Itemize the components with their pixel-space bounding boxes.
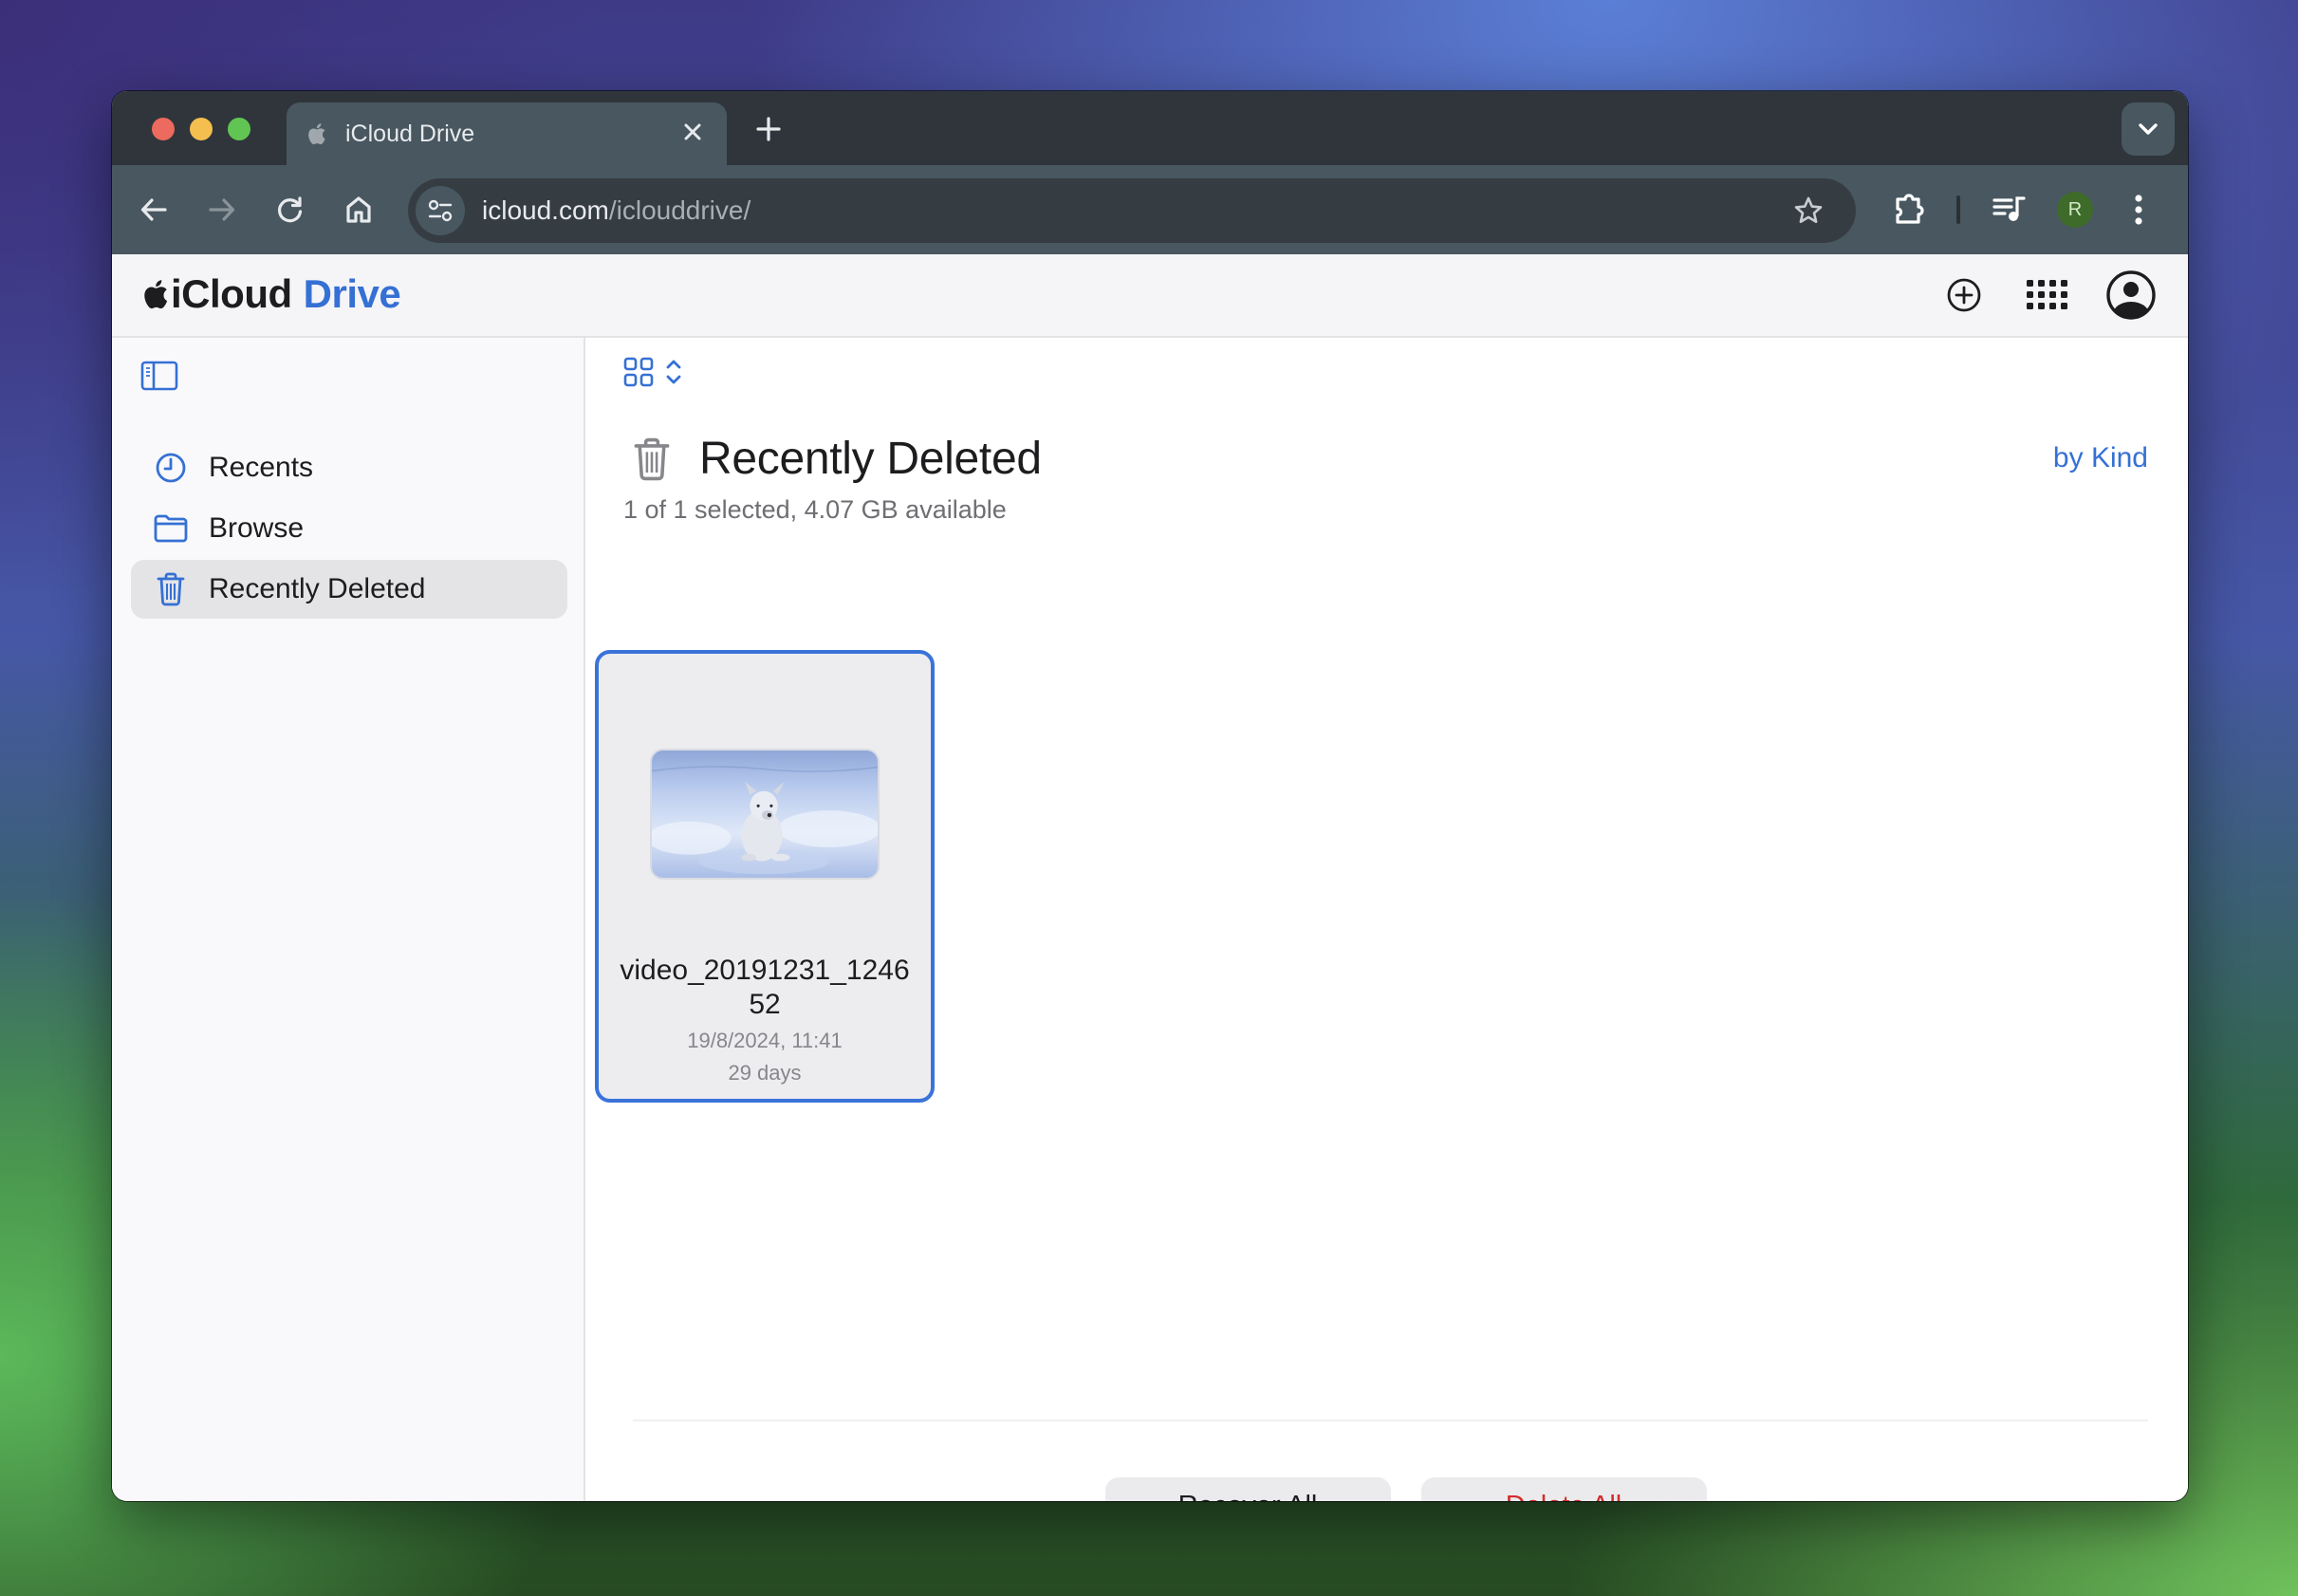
browser-menu-button[interactable] [2133, 165, 2144, 254]
close-window-button[interactable] [152, 118, 175, 140]
arrow-right-icon [209, 198, 235, 221]
queue-music-icon [1992, 196, 2026, 221]
url-text[interactable]: icloud.com/iclouddrive/ [482, 195, 1789, 226]
tab-search-button[interactable] [2122, 102, 2175, 156]
reload-icon [278, 196, 303, 223]
media-controls-button[interactable] [1992, 165, 2027, 254]
file-thumbnail [650, 749, 880, 880]
new-tab-button[interactable] [750, 110, 788, 148]
minimize-window-button[interactable] [190, 118, 213, 140]
brand-name-icloud: iCloud [171, 271, 292, 316]
sort-by-button[interactable]: by Kind [2053, 442, 2148, 474]
apple-logo-icon [308, 123, 325, 145]
trash-icon [154, 572, 188, 606]
footer-divider [633, 1420, 2148, 1421]
profile-avatar: R [2057, 192, 2093, 228]
account-button[interactable] [2103, 267, 2159, 324]
window-controls [152, 118, 250, 140]
sidebar-icon [140, 361, 178, 391]
sidebar-toggle-button[interactable] [140, 361, 178, 393]
sidebar-item-recently-deleted[interactable]: Recently Deleted [131, 560, 567, 619]
more-vertical-icon [2135, 195, 2142, 225]
brand-name-drive: Drive [303, 271, 401, 316]
grid-view-icon [623, 357, 654, 387]
home-icon [346, 196, 371, 223]
profile-button[interactable]: R [2057, 165, 2093, 254]
extensions-button[interactable] [1892, 165, 1926, 254]
create-button[interactable] [1936, 267, 1992, 324]
chevron-down-icon [2139, 123, 2158, 135]
trash-icon [634, 437, 670, 480]
sidebar-item-label: Recents [209, 452, 314, 483]
sidebar-item-label: Browse [209, 512, 305, 544]
brand-logo[interactable]: iCloud Drive [140, 271, 401, 317]
browser-toolbar: icloud.com/iclouddrive/ R [112, 165, 2188, 254]
sidebar-item-recents[interactable]: Recents [131, 438, 567, 497]
recover-all-button[interactable]: Recover All [1104, 1477, 1391, 1501]
delete-all-button[interactable]: Delete All [1420, 1477, 1707, 1501]
toolbar-divider [1956, 165, 1960, 254]
tab-icloud-drive[interactable]: iCloud Drive [287, 102, 727, 165]
apps-button[interactable] [2019, 267, 2076, 324]
folder-icon [154, 511, 188, 546]
page-header: Recently Deleted [633, 433, 1042, 485]
tab-strip: iCloud Drive [112, 91, 2188, 165]
file-deleted-date: 19/8/2024, 11:41 [687, 1029, 843, 1052]
home-button[interactable] [338, 189, 380, 231]
plus-circle-icon [1947, 278, 1981, 312]
selection-status: 1 of 1 selected, 4.07 GB available [623, 495, 1007, 524]
apps-grid-icon [2027, 280, 2067, 309]
url-path: /iclouddrive/ [608, 195, 751, 225]
chevron-up-down-icon [666, 360, 681, 384]
sidebar: Recents Browse Recently Deleted [112, 338, 585, 1501]
sidebar-item-browse[interactable]: Browse [131, 499, 567, 558]
main-content: Recently Deleted 1 of 1 selected, 4.07 G… [587, 338, 2188, 1501]
browser-window: iCloud Drive icloud.com/iclouddrive/ R i… [112, 91, 2188, 1501]
tune-icon [428, 199, 453, 222]
dog-in-snow-image [652, 751, 878, 878]
url-domain: icloud.com [482, 195, 609, 225]
view-toggle-button[interactable] [623, 357, 682, 387]
reload-button[interactable] [269, 189, 311, 231]
zoom-window-button[interactable] [228, 118, 250, 140]
arrow-left-icon [140, 198, 167, 221]
header-actions [1936, 254, 2159, 336]
clock-icon [154, 451, 188, 485]
apple-logo-icon [144, 280, 168, 309]
close-icon[interactable] [677, 118, 708, 150]
sidebar-item-label: Recently Deleted [209, 573, 426, 604]
file-days-remaining: 29 days [728, 1061, 802, 1085]
site-info-button[interactable] [416, 186, 465, 235]
person-circle-icon [2106, 270, 2156, 320]
bookmark-button[interactable] [1789, 192, 1827, 230]
star-icon [1794, 196, 1823, 223]
plus-icon [756, 117, 781, 141]
file-name: video_20191231_1246 52 [599, 954, 931, 1022]
page-title: Recently Deleted [699, 434, 1042, 484]
back-button[interactable] [133, 189, 175, 231]
address-bar[interactable]: icloud.com/iclouddrive/ [408, 178, 1856, 243]
file-name-line-2: 52 [749, 989, 781, 1020]
tab-title: iCloud Drive [345, 120, 475, 147]
app-header: iCloud Drive [112, 254, 2188, 338]
file-name-line-1: video_20191231_1246 [620, 955, 910, 986]
forward-button[interactable] [201, 189, 243, 231]
sidebar-nav: Recents Browse Recently Deleted [131, 438, 567, 621]
file-item[interactable]: video_20191231_1246 52 19/8/2024, 11:41 2… [595, 650, 935, 1103]
puzzle-icon [1896, 194, 1924, 224]
footer-actions: Recover All Delete All [587, 1477, 2188, 1501]
